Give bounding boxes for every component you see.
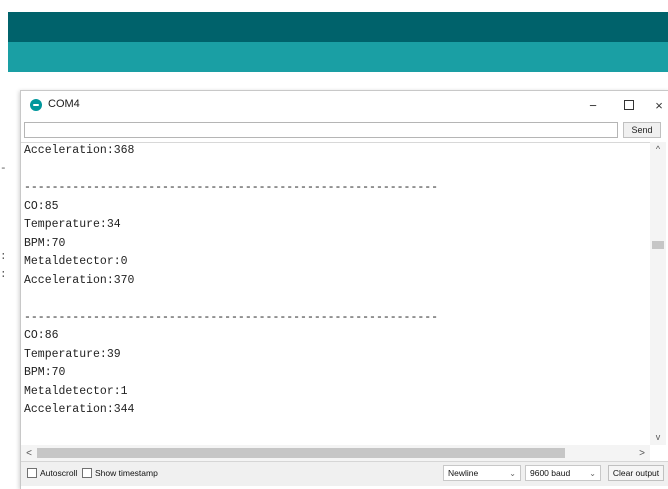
serial-input[interactable] bbox=[24, 122, 618, 138]
output-line: Acceleration:344 bbox=[24, 403, 135, 416]
output-line: Metaldetector:0 bbox=[24, 255, 128, 268]
status-bar: Autoscroll Show timestamp Newline ⌄ 9600… bbox=[21, 461, 668, 486]
output-line: Acceleration:368 bbox=[24, 144, 135, 157]
output-line: BPM:70 bbox=[24, 236, 66, 250]
timestamp-checkbox[interactable] bbox=[82, 468, 92, 478]
arduino-logo-icon bbox=[30, 99, 42, 111]
timestamp-label: Show timestamp bbox=[95, 468, 158, 478]
output-line: CO:85 bbox=[24, 199, 59, 213]
autoscroll-label: Autoscroll bbox=[40, 468, 78, 478]
ide-tab-band bbox=[8, 42, 668, 72]
output-line: Acceleration:370 bbox=[24, 273, 135, 287]
close-button[interactable]: × bbox=[645, 95, 668, 115]
autoscroll-checkbox[interactable] bbox=[27, 468, 37, 478]
baud-rate-value: 9600 baud bbox=[530, 468, 571, 478]
horizontal-scrollbar[interactable]: < > bbox=[21, 445, 650, 461]
output-line: CO:86 bbox=[24, 329, 59, 342]
output-line: Temperature:34 bbox=[24, 218, 121, 231]
output-line: BPM:70 bbox=[24, 366, 66, 379]
serial-monitor-window: COM4 − × Send Acceleration:368 ---------… bbox=[20, 90, 668, 489]
maximize-button[interactable] bbox=[615, 95, 643, 115]
edge-tick: : bbox=[0, 269, 7, 281]
chevron-down-icon: ⌄ bbox=[589, 468, 596, 478]
edge-tick: : bbox=[0, 251, 7, 263]
maximize-icon bbox=[624, 100, 634, 110]
line-ending-value: Newline bbox=[448, 468, 479, 478]
scroll-left-icon[interactable]: < bbox=[21, 445, 37, 461]
output-line: Metaldetector:1 bbox=[24, 384, 128, 398]
horizontal-scroll-thumb[interactable] bbox=[37, 448, 565, 458]
scroll-right-icon[interactable]: > bbox=[634, 445, 650, 461]
scroll-down-icon[interactable]: v bbox=[650, 430, 666, 444]
serial-output[interactable]: Acceleration:368 -----------------------… bbox=[21, 142, 650, 446]
line-ending-select[interactable]: Newline ⌄ bbox=[443, 465, 521, 481]
baud-rate-select[interactable]: 9600 baud ⌄ bbox=[525, 465, 601, 481]
vertical-scroll-thumb[interactable] bbox=[652, 241, 664, 249]
scroll-up-icon[interactable]: ^ bbox=[650, 142, 666, 156]
ide-toolbar-band bbox=[8, 12, 668, 42]
send-row: Send bbox=[21, 121, 668, 141]
output-line: ----------------------------------------… bbox=[24, 181, 439, 194]
chevron-down-icon: ⌄ bbox=[509, 468, 516, 478]
minimize-button[interactable]: − bbox=[579, 95, 607, 115]
window-title: COM4 bbox=[48, 98, 80, 110]
vertical-scrollbar[interactable]: ^ v bbox=[650, 142, 666, 445]
output-line: ----------------------------------------… bbox=[24, 310, 439, 324]
output-line: Temperature:39 bbox=[24, 347, 121, 361]
title-bar[interactable]: COM4 − × bbox=[21, 91, 668, 119]
clear-output-button[interactable]: Clear output bbox=[608, 465, 664, 481]
edge-tick: - bbox=[0, 163, 7, 175]
send-button[interactable]: Send bbox=[623, 122, 661, 138]
